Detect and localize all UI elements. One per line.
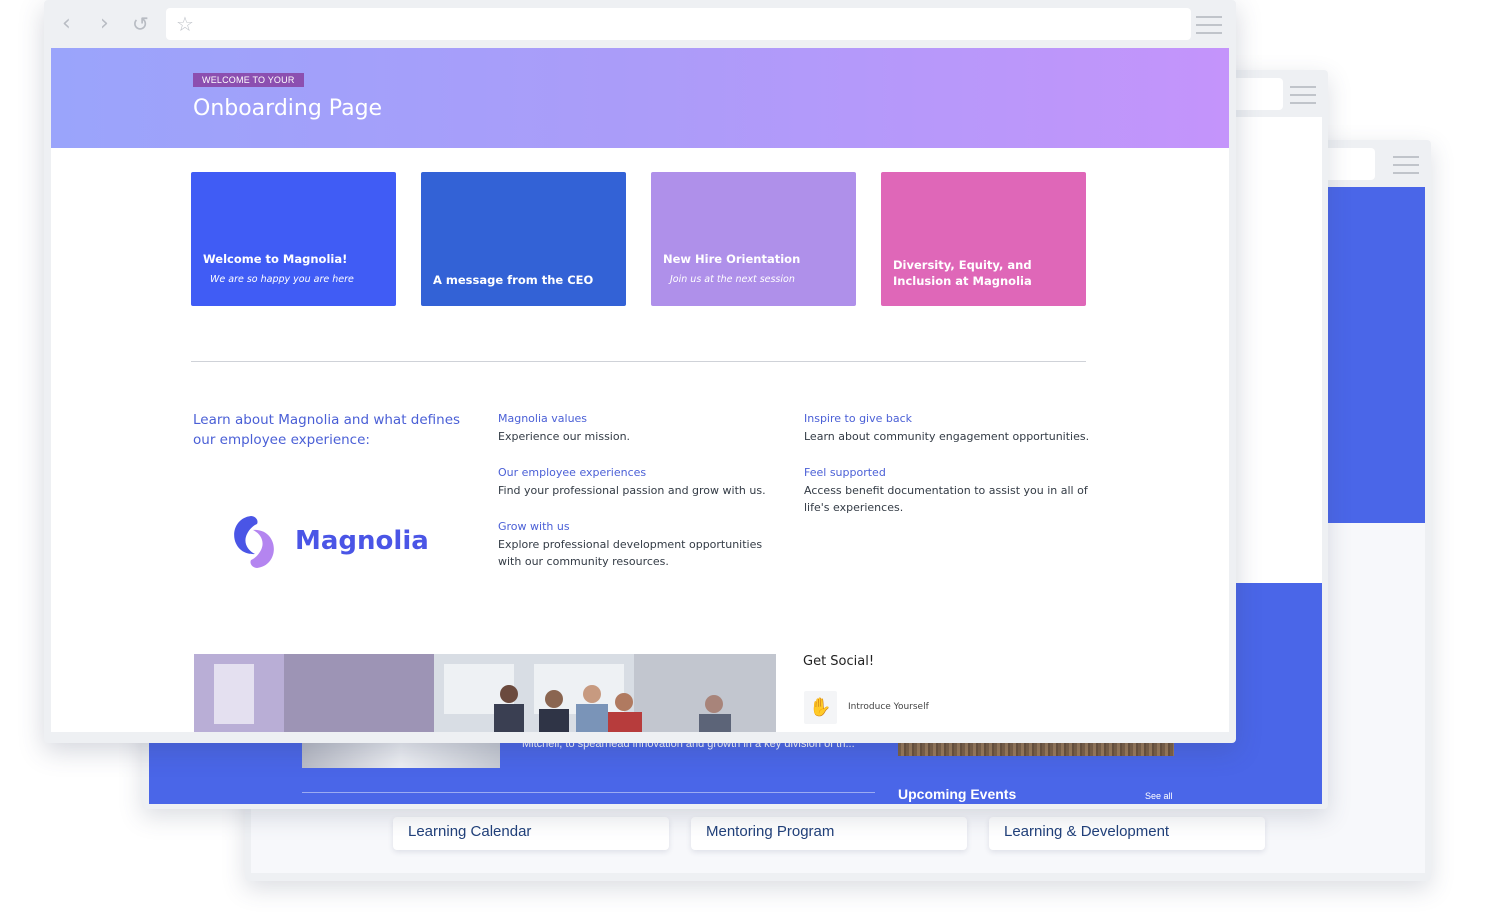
link-desc: Explore professional development opportu…: [498, 538, 763, 568]
menu-icon[interactable]: [1393, 156, 1419, 180]
tile-welcome[interactable]: Welcome to Magnolia! We are so happy you…: [191, 172, 396, 306]
section-divider: [191, 361, 1086, 362]
address-bar[interactable]: ☆: [166, 8, 1191, 40]
introduce-yourself-link[interactable]: Introduce Yourself: [848, 702, 929, 712]
tile-title: A message from the CEO: [433, 273, 594, 287]
tile-subtitle: We are so happy you are here: [210, 274, 354, 285]
link-feel-supported[interactable]: Feel supported Access benefit documentat…: [804, 465, 1094, 516]
link-desc: Experience our mission.: [498, 430, 631, 443]
card-learning-calendar[interactable]: Learning Calendar: [393, 817, 669, 850]
onboarding-page: WELCOME TO YOUR Onboarding Page Welcome …: [51, 48, 1229, 732]
see-all-link[interactable]: See all: [1145, 791, 1173, 801]
browser-window-front: ‹ › ↺ ☆ WELCOME TO YOUR Onboarding Page …: [44, 0, 1236, 743]
link-inspire-give-back[interactable]: Inspire to give back Learn about communi…: [804, 411, 1094, 445]
link-desc: Access benefit documentation to assist y…: [804, 484, 1088, 514]
hero-badge: WELCOME TO YOUR: [193, 73, 304, 87]
link-magnolia-values[interactable]: Magnolia values Experience our mission.: [498, 411, 788, 445]
tile-dei[interactable]: Diversity, Equity, and Inclusion at Magn…: [881, 172, 1086, 306]
card-learning-development[interactable]: Learning & Development: [989, 817, 1265, 850]
tile-orientation[interactable]: New Hire Orientation Join us at the next…: [651, 172, 856, 306]
tile-title: New Hire Orientation: [663, 252, 801, 266]
tile-ceo-message[interactable]: A message from the CEO: [421, 172, 626, 306]
waving-hand-icon[interactable]: ✋: [804, 691, 837, 724]
learn-heading: Learn about Magnolia and what defines ou…: [193, 412, 461, 448]
link-title[interactable]: Magnolia values: [498, 411, 788, 427]
tile-title: Welcome to Magnolia!: [203, 252, 348, 266]
reload-icon[interactable]: ↺: [132, 12, 149, 36]
logo-wordmark: Magnolia: [295, 526, 429, 556]
divider: [302, 792, 875, 793]
link-grow-with-us[interactable]: Grow with us Explore professional develo…: [498, 519, 788, 570]
link-title[interactable]: Inspire to give back: [804, 411, 1094, 427]
team-photo: [194, 654, 776, 732]
page-title: Onboarding Page: [193, 96, 383, 121]
quick-links: Learning Calendar Mentoring Program Lear…: [393, 817, 1265, 850]
tile-title: Diversity, Equity, and Inclusion at Magn…: [893, 258, 1032, 288]
link-desc: Learn about community engagement opportu…: [804, 430, 1090, 443]
blue-panel: [1327, 187, 1425, 523]
forward-icon[interactable]: ›: [100, 12, 109, 36]
stage: Learning Calendar Mentoring Program Lear…: [0, 0, 1500, 918]
get-social-title: Get Social!: [803, 654, 875, 669]
tile-subtitle: Join us at the next session: [670, 274, 795, 285]
link-desc: Find your professional passion and grow …: [498, 484, 766, 497]
upcoming-events-title: Upcoming Events: [898, 786, 1017, 802]
hero-banner: WELCOME TO YOUR Onboarding Page: [51, 48, 1229, 148]
menu-icon[interactable]: [1290, 86, 1316, 110]
link-title[interactable]: Grow with us: [498, 519, 788, 535]
back-icon[interactable]: ‹: [62, 12, 71, 36]
link-employee-experiences[interactable]: Our employee experiences Find your profe…: [498, 465, 788, 499]
link-title[interactable]: Our employee experiences: [498, 465, 788, 481]
card-mentoring-program[interactable]: Mentoring Program: [691, 817, 967, 850]
link-title[interactable]: Feel supported: [804, 465, 1094, 481]
menu-icon[interactable]: [1196, 16, 1222, 40]
bookmark-star-icon[interactable]: ☆: [176, 12, 194, 36]
